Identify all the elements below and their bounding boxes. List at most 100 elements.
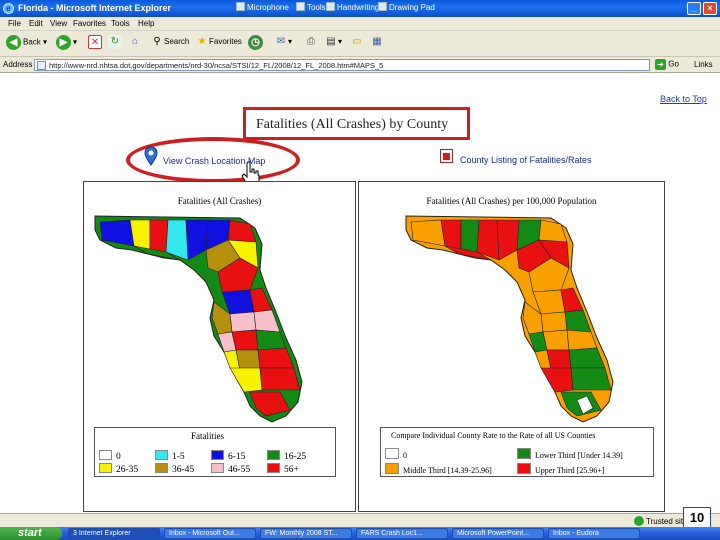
taskbar-item[interactable]: 3 Internet Explorer (68, 528, 160, 539)
legend-title: Fatalities (191, 431, 224, 441)
legend-title: Compare Individual County Rate to the Ra… (391, 431, 596, 440)
window-title: Florida - Microsoft Internet Explorer (18, 3, 172, 13)
stop-button[interactable]: ✕ (88, 35, 102, 53)
research-icon: ▦ (372, 36, 382, 47)
address-label: Address (3, 60, 33, 69)
taskbar-item[interactable]: Inbox - Eudora (548, 528, 640, 539)
forward-arrow-icon: ▶ (56, 35, 71, 50)
star-icon: ★ (197, 36, 207, 47)
quicklaunch-handwriting[interactable]: Handwriting (326, 2, 379, 15)
research-button[interactable]: ▦ (370, 35, 384, 53)
legend-swatch (99, 450, 112, 460)
page-icon (37, 61, 46, 70)
legend-item: 1-5 (155, 450, 185, 462)
page-title: Fatalities (All Crashes) by County (256, 117, 449, 132)
quicklaunch-drawing-pad[interactable]: Drawing Pad (378, 2, 435, 15)
search-button[interactable]: ⚲ Search (150, 35, 189, 53)
legend-swatch (211, 450, 224, 460)
start-button[interactable]: start (0, 527, 62, 540)
back-to-top-link[interactable]: Back to Top (660, 94, 707, 104)
legend-item: 16-25 (267, 450, 306, 462)
legend-item: 46-55 (211, 463, 250, 475)
favorites-button[interactable]: ★ Favorites (195, 35, 242, 53)
menu-bar: File Edit View Favorites Tools Help (0, 17, 720, 31)
search-icon: ⚲ (153, 36, 161, 47)
taskbar-item[interactable]: Microsoft PowerPoint... (452, 528, 544, 539)
legend-item: 26-35 (99, 463, 138, 475)
legend-item: Middle Third [14.39-25.96] (385, 463, 492, 475)
menu-tools[interactable]: Tools (111, 19, 130, 28)
minimize-button[interactable]: _ (687, 2, 701, 15)
history-icon: ◷ (248, 35, 263, 50)
quicklaunch-microphone[interactable]: Microphone (236, 2, 289, 15)
menu-file[interactable]: File (8, 19, 21, 28)
legend-item: 0 (99, 450, 121, 462)
microphone-icon (236, 2, 245, 11)
legend-swatch (267, 463, 280, 473)
map-pin-icon[interactable] (144, 146, 158, 166)
legend-swatch (385, 448, 399, 459)
address-bar: Address http://www-nrd.nhtsa.dot.gov/dep… (0, 57, 720, 73)
links-button[interactable]: Links (694, 60, 713, 69)
rate-legend: Compare Individual County Rate to the Ra… (380, 427, 654, 477)
legend-swatch (211, 463, 224, 473)
mail-button[interactable]: ✉ ▾ (274, 35, 292, 53)
county-listing-link[interactable]: County Listing of Fatalities/Rates (460, 155, 592, 165)
left-map-title: Fatalities (All Crashes) (177, 196, 262, 206)
slide-page-number: 10 (683, 507, 711, 529)
toolbar: ◀ Back ▾ ▶ ▾ ✕ ↻ ⌂ ⚲ Search ★ Favorites ◷ ✉ ▾… (0, 31, 720, 57)
legend-swatch (267, 450, 280, 460)
address-url: http://www-nrd.nhtsa.dot.gov/departments… (49, 61, 384, 70)
florida-fatalities-map (94, 215, 303, 423)
stop-icon: ✕ (88, 35, 102, 49)
taskbar-item[interactable]: Inbox - Microsoft Out... (164, 528, 256, 539)
legend-swatch (99, 463, 112, 473)
legend-swatch (517, 448, 531, 459)
back-arrow-icon: ◀ (6, 35, 21, 50)
discuss-button[interactable]: ▭ (350, 35, 364, 53)
quicklaunch-tools[interactable]: Tools (296, 2, 326, 15)
menu-edit[interactable]: Edit (29, 19, 43, 28)
drawing-pad-icon (378, 2, 387, 11)
menu-view[interactable]: View (50, 19, 67, 28)
legend-swatch (385, 463, 399, 474)
legend-item: 0 (385, 448, 407, 460)
status-bar: Trusted sites (0, 513, 720, 527)
edit-button[interactable]: ▤ ▾ (324, 35, 342, 53)
discuss-icon: ▭ (352, 36, 362, 47)
legend-item: Upper Third [25.96+] (517, 463, 604, 475)
refresh-button[interactable]: ↻ (108, 35, 122, 53)
handwriting-icon (326, 2, 335, 11)
forward-button[interactable]: ▶ ▾ (56, 35, 77, 53)
close-button[interactable]: × (703, 2, 717, 15)
right-map-title: Fatalities (All Crashes) per 100,000 Pop… (426, 196, 597, 206)
fatalities-legend: Fatalities 0 1-5 6-15 16-25 26-35 36-45 … (94, 427, 336, 477)
taskbar-item[interactable]: FARS Crash Loc1... (356, 528, 448, 539)
florida-rate-map (405, 215, 614, 423)
home-button[interactable]: ⌂ (128, 35, 142, 53)
back-button[interactable]: ◀ Back ▾ (6, 35, 47, 53)
menu-favorites[interactable]: Favorites (73, 19, 106, 28)
refresh-icon: ↻ (108, 35, 122, 49)
legend-swatch (155, 463, 168, 473)
legend-item: 6-15 (211, 450, 245, 462)
mail-icon: ✉ (276, 36, 286, 47)
address-input[interactable]: http://www-nrd.nhtsa.dot.gov/departments… (34, 59, 650, 71)
print-button[interactable]: ⎙ (304, 35, 318, 53)
legend-item: Lower Third [Under 14.39] (517, 448, 623, 460)
ie-logo-icon: e (3, 3, 14, 14)
check-icon (634, 516, 644, 526)
go-button[interactable]: ➔ Go (655, 59, 679, 70)
print-icon: ⎙ (307, 36, 315, 47)
legend-swatch (517, 463, 531, 474)
legend-item: 36-45 (155, 463, 194, 475)
menu-help[interactable]: Help (138, 19, 154, 28)
taskbar: start 3 Internet Explorer Inbox - Micros… (0, 527, 720, 540)
history-button[interactable]: ◷ (248, 35, 265, 53)
home-icon: ⌂ (131, 36, 139, 47)
legend-item: 56+ (267, 463, 299, 475)
taskbar-item[interactable]: FW: Monthly 2008 ST... (260, 528, 352, 539)
pdf-icon[interactable] (440, 149, 453, 163)
go-arrow-icon: ➔ (655, 59, 666, 70)
title-bar: e Florida - Microsoft Internet Explorer … (0, 0, 720, 17)
